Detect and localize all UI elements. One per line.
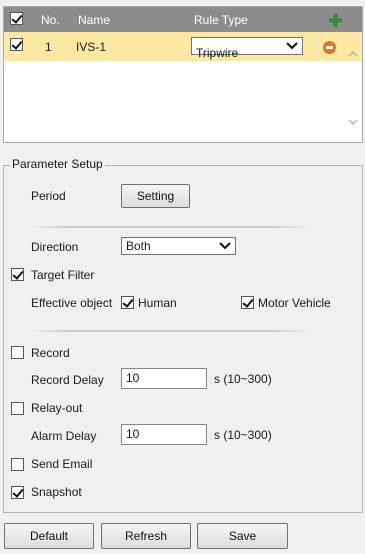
period-label: Period — [31, 189, 66, 203]
alarm-delay-input[interactable]: 10 — [121, 424, 207, 445]
snapshot-label: Snapshot — [31, 485, 82, 499]
rule-name: IVS-1 — [76, 40, 107, 54]
column-no: No. — [41, 13, 60, 27]
divider — [30, 330, 310, 332]
rule-type-select[interactable]: Tripwire — [191, 37, 303, 60]
relay-out-checkbox[interactable] — [11, 402, 24, 415]
add-rule-icon[interactable] — [329, 14, 342, 27]
select-all-checkbox[interactable] — [10, 12, 23, 25]
direction-select[interactable]: Both — [121, 237, 236, 255]
motor-vehicle-label: Motor Vehicle — [258, 296, 331, 310]
alarm-delay-unit: s (10~300) — [214, 428, 272, 442]
direction-value: Both — [126, 239, 151, 253]
rule-number: 1 — [45, 40, 52, 54]
table-row[interactable]: 1 IVS-1 Tripwire — [4, 32, 362, 61]
record-delay-unit: s (10~300) — [214, 372, 272, 386]
refresh-button[interactable]: Refresh — [101, 523, 191, 549]
send-email-checkbox[interactable] — [11, 458, 24, 471]
save-button[interactable]: Save — [197, 523, 288, 549]
default-button[interactable]: Default — [4, 523, 94, 549]
motor-vehicle-checkbox[interactable] — [241, 296, 254, 309]
column-name: Name — [78, 13, 111, 27]
column-rule-type: Rule Type — [194, 13, 248, 27]
chevron-down-icon — [286, 42, 298, 50]
period-setting-button[interactable]: Setting — [121, 184, 190, 208]
rules-table-header: No. Name Rule Type — [4, 7, 362, 32]
rule-type-value: Tripwire — [196, 46, 239, 60]
snapshot-checkbox[interactable] — [11, 486, 24, 499]
row-checkbox[interactable] — [10, 38, 23, 51]
record-delay-input[interactable]: 10 — [121, 368, 207, 389]
human-checkbox[interactable] — [121, 296, 134, 309]
target-filter-checkbox[interactable] — [11, 268, 24, 281]
record-delay-label: Record Delay — [31, 373, 104, 387]
parameter-setup-legend: Parameter Setup — [10, 157, 105, 171]
remove-rule-icon[interactable] — [323, 41, 336, 54]
rules-table: No. Name Rule Type 1 IVS-1 Tripwire — [3, 6, 363, 143]
record-checkbox[interactable] — [11, 346, 24, 359]
divider — [30, 226, 310, 228]
chevron-down-icon — [219, 242, 231, 250]
scroll-up-icon[interactable] — [348, 51, 358, 57]
record-label: Record — [31, 346, 70, 360]
relay-out-label: Relay-out — [31, 401, 83, 415]
direction-label: Direction — [31, 240, 79, 254]
effective-object-label: Effective object — [31, 296, 113, 310]
scroll-down-icon[interactable] — [348, 119, 358, 125]
send-email-label: Send Email — [31, 457, 93, 471]
target-filter-label: Target Filter — [31, 268, 95, 282]
human-label: Human — [138, 296, 177, 310]
alarm-delay-label: Alarm Delay — [31, 429, 97, 443]
